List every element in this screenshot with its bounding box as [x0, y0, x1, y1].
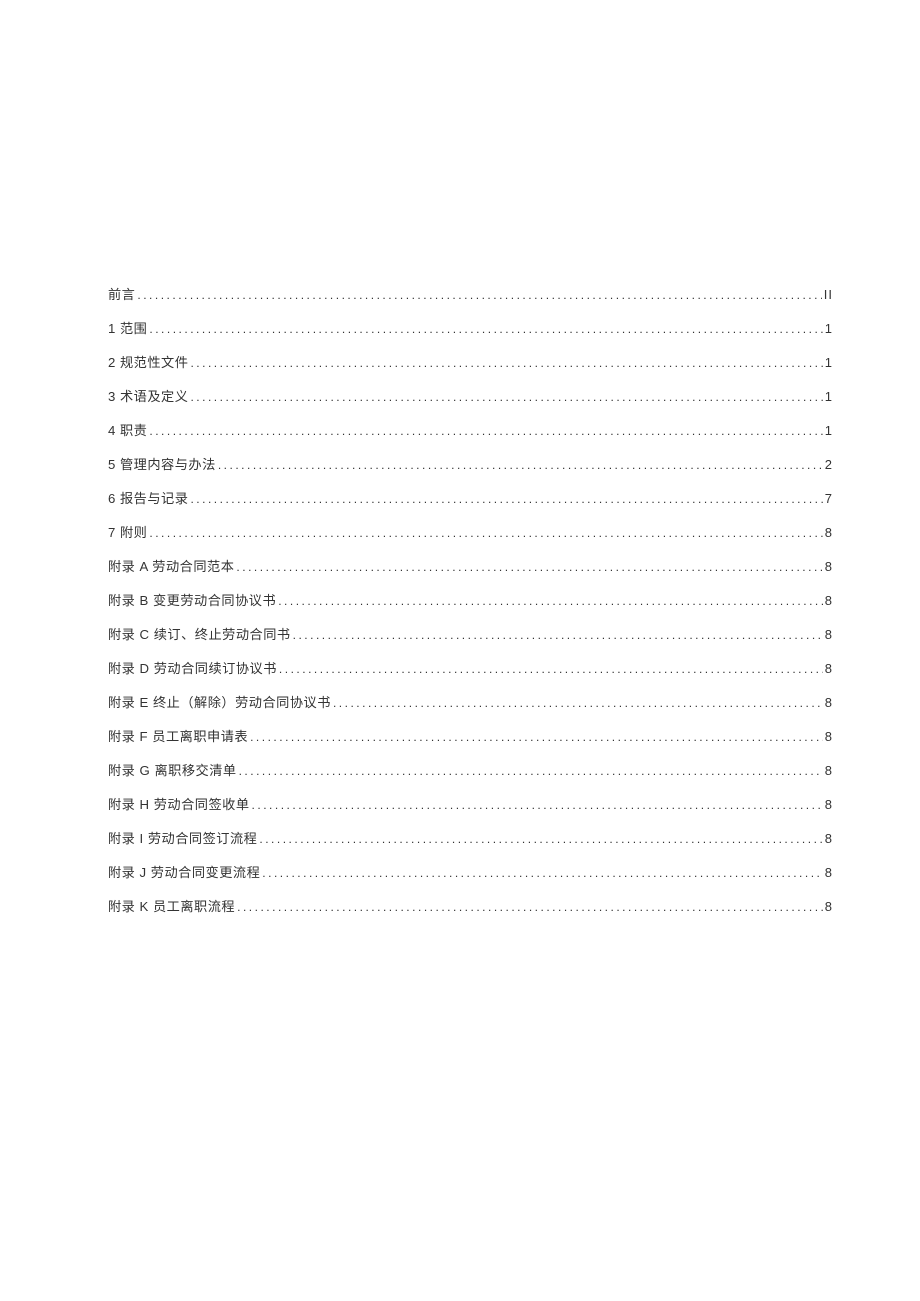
toc-label: 附录 K 员工离职流程 — [108, 890, 235, 924]
toc-label: 附录 J 劳动合同变更流程 — [108, 856, 260, 890]
toc-dot-leader — [149, 312, 822, 346]
toc-entry: 附录 G 离职移交清单 8 — [108, 754, 833, 788]
toc-page-number: 1 — [825, 312, 833, 346]
toc-dot-leader — [190, 482, 822, 516]
toc-dot-leader — [293, 618, 823, 652]
toc-entry: 附录 E 终止（解除）劳动合同协议书 8 — [108, 686, 833, 720]
toc-page-number: 8 — [825, 788, 833, 822]
toc-dot-leader — [239, 754, 823, 788]
toc-page-number: 1 — [825, 414, 833, 448]
toc-entry: 附录 I 劳动合同签订流程 8 — [108, 822, 833, 856]
toc-page-number: 2 — [825, 448, 833, 482]
toc-page-number: 8 — [825, 754, 833, 788]
toc-page-number: 1 — [825, 346, 833, 380]
toc-dot-leader — [279, 652, 823, 686]
toc-page-number: 8 — [825, 618, 833, 652]
toc-page-number: 8 — [825, 550, 833, 584]
toc-label: 附录 F 员工离职申请表 — [108, 720, 248, 754]
toc-dot-leader — [149, 516, 822, 550]
toc-entry: 附录 K 员工离职流程 8 — [108, 890, 833, 924]
toc-label: 4 职责 — [108, 414, 147, 448]
toc-page-number: 8 — [825, 890, 833, 924]
toc-label: 5 管理内容与办法 — [108, 448, 216, 482]
toc-dot-leader — [252, 788, 823, 822]
toc-label: 附录 I 劳动合同签订流程 — [108, 822, 257, 856]
toc-dot-leader — [278, 584, 823, 618]
toc-dot-leader — [262, 856, 822, 890]
toc-dot-leader — [259, 822, 822, 856]
toc-dot-leader — [190, 380, 822, 414]
toc-page-number: 1 — [825, 380, 833, 414]
toc-dot-leader — [137, 278, 821, 312]
toc-entry: 附录 F 员工离职申请表 8 — [108, 720, 833, 754]
toc-entry: 1 范围 1 — [108, 312, 833, 346]
toc-label: 7 附则 — [108, 516, 147, 550]
toc-dot-leader — [236, 550, 822, 584]
toc-label: 附录 D 劳动合同续订协议书 — [108, 652, 277, 686]
toc-label: 附录 C 续订、终止劳动合同书 — [108, 618, 291, 652]
toc-page-number: 8 — [825, 856, 833, 890]
toc-dot-leader — [333, 686, 823, 720]
toc-entry: 附录 A 劳动合同范本 8 — [108, 550, 833, 584]
toc-entry: 2 规范性文件 1 — [108, 346, 833, 380]
toc-page-number: 8 — [825, 584, 833, 618]
toc-entry: 3 术语及定义 1 — [108, 380, 833, 414]
table-of-contents: 前言 II 1 范围 1 2 规范性文件 1 3 术语及定义 1 4 职责 1 … — [108, 278, 833, 924]
toc-label: 3 术语及定义 — [108, 380, 188, 414]
toc-label: 2 规范性文件 — [108, 346, 188, 380]
toc-entry: 6 报告与记录 7 — [108, 482, 833, 516]
toc-page-number: 8 — [825, 822, 833, 856]
toc-page-number: 7 — [825, 482, 833, 516]
toc-entry: 5 管理内容与办法 2 — [108, 448, 833, 482]
toc-page-number: 8 — [825, 652, 833, 686]
toc-entry: 前言 II — [108, 278, 833, 312]
toc-label: 附录 B 变更劳动合同协议书 — [108, 584, 276, 618]
toc-label: 1 范围 — [108, 312, 147, 346]
toc-entry: 7 附则 8 — [108, 516, 833, 550]
toc-page-number: 8 — [825, 516, 833, 550]
toc-label: 附录 H 劳动合同签收单 — [108, 788, 250, 822]
toc-page-number: 8 — [825, 720, 833, 754]
toc-label: 附录 E 终止（解除）劳动合同协议书 — [108, 686, 331, 720]
toc-page-number: II — [824, 278, 833, 312]
toc-dot-leader — [190, 346, 822, 380]
toc-entry: 附录 D 劳动合同续订协议书 8 — [108, 652, 833, 686]
toc-entry: 4 职责 1 — [108, 414, 833, 448]
toc-dot-leader — [149, 414, 822, 448]
toc-label: 附录 G 离职移交清单 — [108, 754, 237, 788]
toc-dot-leader — [218, 448, 823, 482]
toc-dot-leader — [250, 720, 823, 754]
toc-entry: 附录 C 续订、终止劳动合同书 8 — [108, 618, 833, 652]
toc-label: 附录 A 劳动合同范本 — [108, 550, 234, 584]
toc-entry: 附录 J 劳动合同变更流程 8 — [108, 856, 833, 890]
toc-entry: 附录 B 变更劳动合同协议书 8 — [108, 584, 833, 618]
toc-dot-leader — [237, 890, 823, 924]
toc-entry: 附录 H 劳动合同签收单 8 — [108, 788, 833, 822]
toc-label: 前言 — [108, 278, 135, 312]
toc-page-number: 8 — [825, 686, 833, 720]
toc-label: 6 报告与记录 — [108, 482, 188, 516]
